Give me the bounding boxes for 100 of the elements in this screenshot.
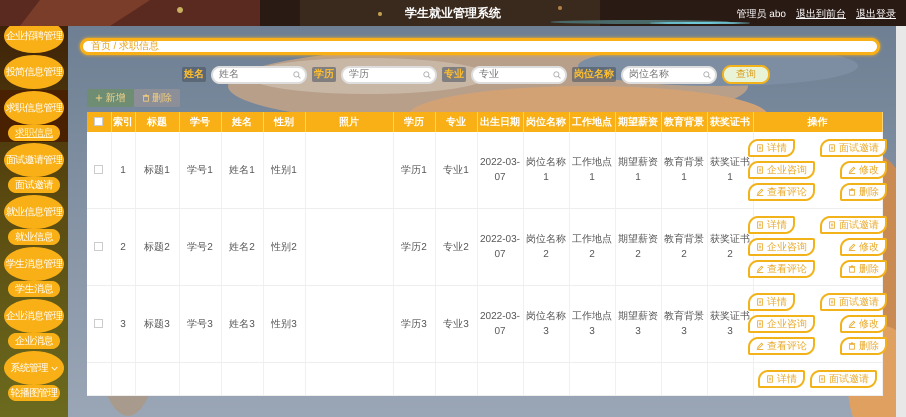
menu-item[interactable]: 学生消息管理 [4, 247, 64, 281]
pencil-icon [848, 243, 856, 251]
action-button[interactable]: 删除 [840, 260, 887, 278]
action-button[interactable]: 修改 [840, 238, 887, 256]
column-header: 期望薪资 [615, 112, 661, 132]
action-button[interactable]: 面试邀请 [820, 293, 887, 311]
action-button[interactable]: 查看评论 [748, 337, 815, 355]
action-button[interactable]: 面试邀请 [820, 216, 887, 234]
action-button[interactable]: 面试邀请 [810, 370, 877, 388]
checkbox[interactable] [94, 165, 104, 174]
document-icon [818, 375, 826, 383]
delete-button[interactable]: 删除 [134, 89, 180, 107]
action-button[interactable]: 删除 [840, 183, 887, 201]
action-button[interactable]: 修改 [840, 315, 887, 333]
menu-item[interactable]: 系统管理 [4, 351, 64, 385]
table-cell: 获奖证书3 [710, 311, 750, 337]
search-field[interactable]: 专业 [471, 66, 567, 84]
breadcrumb-link[interactable]: 首页 [91, 39, 111, 54]
action-button[interactable]: 详情 [748, 293, 795, 311]
menu-item[interactable]: 求职信息管理 [4, 91, 64, 125]
column-header: 性别 [263, 112, 305, 132]
table-cell: 姓名1 [229, 164, 255, 176]
pencil-icon [848, 320, 856, 328]
table-cell: 性别1 [271, 164, 297, 176]
table-cell: 1 [120, 164, 126, 176]
search-field[interactable]: 岗位名称 [621, 66, 717, 84]
action-button[interactable]: 企业咨询 [748, 161, 815, 179]
submenu-item[interactable]: 轮播图管理 [8, 385, 60, 401]
column-header: 标题 [135, 112, 179, 132]
action-button[interactable]: 详情 [748, 139, 795, 157]
menu-item[interactable]: 就业信息管理 [4, 195, 64, 229]
checkbox[interactable] [94, 319, 104, 328]
document-icon [756, 221, 764, 229]
trash-icon [848, 342, 856, 350]
table-cell: 专业2 [443, 242, 469, 252]
menu-item[interactable]: 投简信息管理 [4, 55, 64, 89]
table-cell: 岗位名称3 [526, 311, 566, 337]
search-icon [423, 70, 431, 78]
table-cell: 工作地点1 [572, 157, 612, 183]
column-header: 学号 [179, 112, 221, 132]
table-cell: 性别3 [271, 318, 297, 330]
scrollbar[interactable] [896, 26, 906, 417]
table-cell: 获奖证书2 [710, 234, 750, 260]
menu-item[interactable]: 面试邀请管理 [4, 143, 64, 177]
action-button[interactable]: 企业咨询 [748, 238, 815, 256]
add-button[interactable]: 新增 [87, 89, 134, 107]
trash-icon [848, 265, 856, 273]
table-cell: 期望薪资2 [618, 234, 658, 260]
action-button[interactable]: 企业咨询 [748, 315, 815, 333]
table-cell: 学号1 [187, 164, 213, 176]
table-cell: 标题3 [144, 318, 170, 330]
action-button[interactable]: 面试邀请 [820, 139, 887, 157]
column-header: 教育背景 [661, 112, 707, 132]
field-label: 学历 [312, 67, 336, 82]
action-button[interactable]: 删除 [840, 337, 887, 355]
column-header: 索引 [111, 112, 135, 132]
query-button[interactable]: 查询 [722, 65, 770, 84]
table-cell: 专业3 [443, 318, 469, 330]
document-icon [756, 298, 764, 306]
document-icon [828, 221, 836, 229]
column-header: 专业 [435, 112, 477, 132]
table-cell: 3 [120, 318, 126, 330]
table-cell: 学历1 [401, 164, 427, 176]
submenu-item[interactable]: 学生消息 [8, 281, 60, 297]
document-icon [828, 144, 836, 152]
column-header: 姓名 [221, 112, 263, 132]
table-cell: 姓名3 [229, 318, 255, 330]
pencil-icon [848, 166, 856, 174]
action-button[interactable]: 修改 [840, 161, 887, 179]
checkbox[interactable] [94, 242, 104, 252]
submenu-item[interactable]: 求职信息 [8, 125, 60, 141]
action-button[interactable]: 查看评论 [748, 183, 815, 201]
menu-item[interactable]: 企业消息管理 [4, 299, 64, 333]
table-cell: 工作地点2 [572, 234, 612, 260]
submenu-item[interactable]: 就业信息 [8, 229, 60, 245]
column-header: 出生日期 [477, 112, 523, 132]
table-cell: 2022-03-07 [480, 157, 520, 183]
action-button[interactable]: 查看评论 [748, 260, 815, 278]
table-cell: 专业1 [443, 164, 469, 176]
action-button[interactable]: 详情 [758, 370, 805, 388]
search-field[interactable]: 学历 [341, 66, 437, 84]
submenu-item[interactable]: 面试邀请 [8, 177, 60, 193]
submenu-item[interactable]: 企业消息 [8, 333, 60, 349]
breadcrumb-link[interactable]: 求职信息 [118, 39, 159, 54]
column-header: 操作 [753, 112, 882, 132]
column-header: 获奖证书 [707, 112, 753, 132]
chevron-icon [50, 364, 58, 372]
column-header: 工作地点 [569, 112, 615, 132]
column-header: 照片 [305, 112, 393, 132]
checkbox[interactable] [94, 117, 104, 126]
menu-item[interactable]: 企业招聘管理 [4, 26, 64, 53]
search-field[interactable]: 姓名 [211, 66, 307, 84]
table-cell: 期望薪资3 [618, 311, 658, 337]
field-label: 姓名 [182, 67, 206, 82]
table-cell: 2022-03-07 [480, 234, 520, 260]
action-button[interactable]: 详情 [748, 216, 795, 234]
document-icon [756, 320, 764, 328]
table-cell: 教育背景2 [664, 234, 704, 260]
pencil-icon [756, 188, 764, 196]
pencil-icon [756, 342, 764, 350]
